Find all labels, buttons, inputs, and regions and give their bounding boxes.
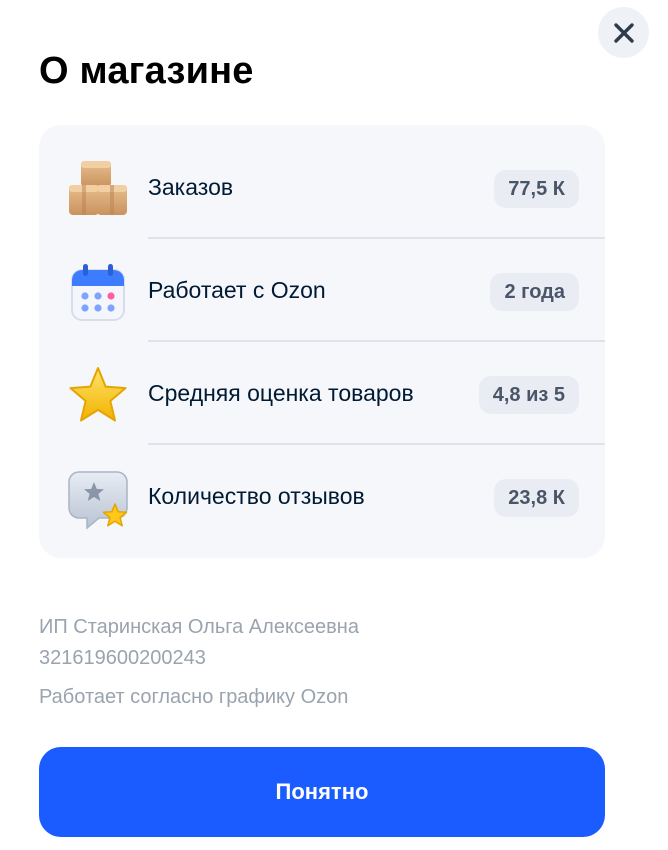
- page-title: О магазине: [39, 50, 254, 92]
- stat-row-with-ozon: Работает с Ozon 2 года: [39, 239, 605, 342]
- stat-label-reviews: Количество отзывов: [148, 483, 365, 509]
- stat-row-rating: Средняя оценка товаров 4,8 из 5: [39, 342, 605, 445]
- stat-value-with-ozon: 2 года: [490, 273, 579, 311]
- stat-row-reviews: Количество отзывов 23,8 К: [39, 445, 605, 548]
- stat-value-rating: 4,8 из 5: [478, 376, 579, 414]
- stat-label-with-ozon: Работает с Ozon: [148, 277, 326, 303]
- calendar-icon: [71, 264, 125, 321]
- stat-value-reviews: 23,8 К: [494, 479, 579, 517]
- stat-value-orders: 77,5 К: [494, 170, 579, 208]
- close-button[interactable]: [598, 7, 649, 58]
- seller-schedule: Работает согласно графику Ozon: [39, 686, 349, 708]
- ok-button[interactable]: Понятно: [39, 747, 605, 837]
- stat-label-orders: Заказов: [148, 174, 234, 200]
- stat-row-orders: Заказов 77,5 К: [39, 136, 605, 239]
- seller-name: ИП Старинская Ольга Алексеевна: [39, 616, 359, 638]
- close-icon: [613, 22, 634, 43]
- star-icon: [69, 367, 127, 422]
- shop-stats-card: Заказов 77,5 К Работает с Ozon 2 года Ср…: [39, 125, 605, 558]
- review-icon: [68, 471, 128, 530]
- stat-label-rating: Средняя оценка товаров: [148, 380, 414, 406]
- seller-ogrnip: 321619600200243: [39, 647, 206, 669]
- boxes-icon: [69, 161, 127, 215]
